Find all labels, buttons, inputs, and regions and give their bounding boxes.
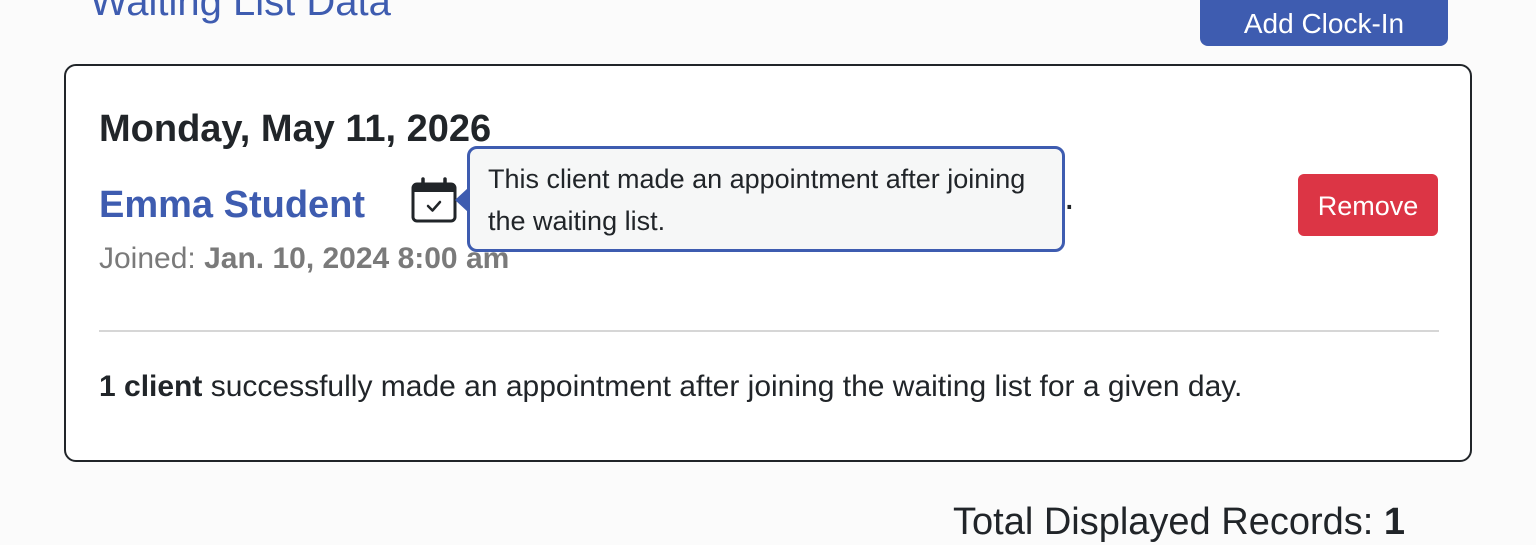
total-records-value: 1: [1383, 501, 1406, 543]
joined-info: Joined: Jan. 10, 2024 8:00 am: [99, 241, 509, 277]
total-records-label: Total Displayed Records:: [953, 501, 1374, 543]
total-records: Total Displayed Records: 1: [953, 499, 1405, 545]
card-date-heading: Monday, May 11, 2026: [99, 108, 492, 150]
page-title: Waiting List Data: [90, 0, 391, 24]
summary-description: successfully made an appointment after j…: [210, 370, 1243, 403]
add-clock-in-button[interactable]: Add Clock-In: [1200, 0, 1448, 46]
entry-trailing-punctuation: .: [1064, 176, 1075, 218]
waiting-list-day-card: Monday, May 11, 2026 Emma Student . Join…: [64, 64, 1472, 462]
client-name-link[interactable]: Emma Student: [99, 182, 365, 228]
calendar-check-icon[interactable]: [410, 177, 458, 225]
summary-count: 1 client: [99, 370, 203, 403]
card-divider: [99, 330, 1439, 332]
appointment-tooltip: This client made an appointment after jo…: [467, 146, 1065, 252]
joined-label: Joined:: [99, 242, 196, 275]
remove-button[interactable]: Remove: [1298, 174, 1438, 236]
joined-date: Jan. 10, 2024 8:00 am: [204, 242, 510, 275]
summary-text: 1 client successfully made an appointmen…: [99, 369, 1242, 405]
